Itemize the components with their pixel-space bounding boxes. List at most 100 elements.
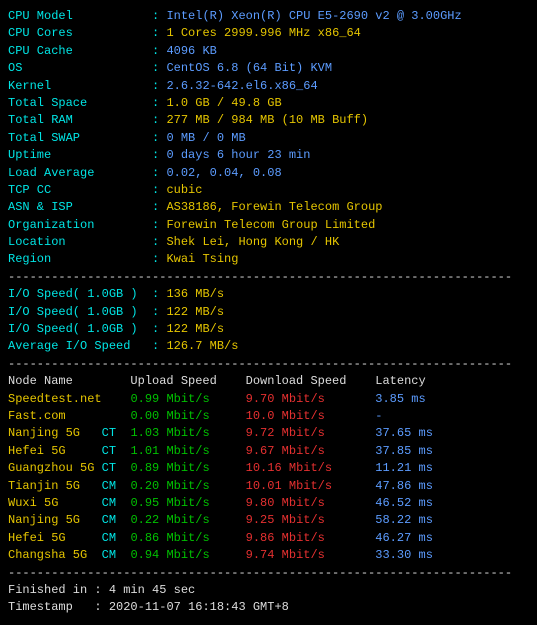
speed-row: Speedtest.net 0.99 Mbit/s 9.70 Mbit/s 3.… [8,391,529,408]
speed-row: Changsha 5G CM 0.94 Mbit/s 9.74 Mbit/s 3… [8,547,529,564]
upload-speed: 0.22 Mbit/s [130,513,245,527]
info-value: Forewin Telecom Group Limited [166,218,375,232]
download-speed: 10.0 Mbit/s [246,409,376,423]
io-label: I/O Speed( 1.0GB ) [8,322,152,336]
download-speed: 9.80 Mbit/s [246,496,376,510]
node-tag [102,409,131,423]
footer-row: Timestamp : 2020-11-07 16:18:43 GMT+8 [8,599,529,616]
io-row: I/O Speed( 1.0GB ) : 122 MB/s [8,321,529,338]
io-row: I/O Speed( 1.0GB ) : 122 MB/s [8,304,529,321]
info-value: 277 MB / 984 MB (10 MB Buff) [166,113,368,127]
info-value: 4096 KB [166,44,216,58]
info-label: Location [8,235,152,249]
io-label: Average I/O Speed [8,339,152,353]
info-value: 0.02, 0.04, 0.08 [166,166,281,180]
info-value: CentOS 6.8 (64 Bit) KVM [166,61,332,75]
info-label: Organization [8,218,152,232]
info-value: 1 Cores 2999.996 MHz x86_64 [166,26,360,40]
divider: ----------------------------------------… [8,356,529,373]
info-value: 2.6.32-642.el6.x86_64 [166,79,317,93]
sys-row: CPU Cores : 1 Cores 2999.996 MHz x86_64 [8,25,529,42]
node-tag: CT [102,444,131,458]
speed-row: Fast.com 0.00 Mbit/s 10.0 Mbit/s - [8,408,529,425]
sys-row: Region : Kwai Tsing [8,251,529,268]
node-name: Nanjing 5G [8,426,102,440]
speed-row: Hefei 5G CT 1.01 Mbit/s 9.67 Mbit/s 37.8… [8,443,529,460]
info-label: Region [8,252,152,266]
speed-row: Guangzhou 5G CT 0.89 Mbit/s 10.16 Mbit/s… [8,460,529,477]
node-name: Fast.com [8,409,102,423]
upload-speed: 0.00 Mbit/s [130,409,245,423]
footer-value: 4 min 45 sec [109,583,195,597]
latency: 37.85 ms [375,444,433,458]
download-speed: 9.86 Mbit/s [246,531,376,545]
info-value: 0 days 6 hour 23 min [166,148,310,162]
col-download: Download Speed [246,374,376,388]
info-label: CPU Model [8,9,152,23]
sys-row: CPU Cache : 4096 KB [8,43,529,60]
upload-speed: 0.99 Mbit/s [130,392,245,406]
io-row: I/O Speed( 1.0GB ) : 136 MB/s [8,286,529,303]
info-label: OS [8,61,152,75]
latency: 58.22 ms [375,513,433,527]
footer-value: 2020-11-07 16:18:43 GMT+8 [109,600,289,614]
info-label: ASN & ISP [8,200,152,214]
latency: 37.65 ms [375,426,433,440]
speed-row: Wuxi 5G CM 0.95 Mbit/s 9.80 Mbit/s 46.52… [8,495,529,512]
info-value: Intel(R) Xeon(R) CPU E5-2690 v2 @ 3.00GH… [166,9,461,23]
node-tag [102,392,131,406]
info-label: Load Average [8,166,152,180]
io-value: 126.7 MB/s [166,339,238,353]
footer-row: Finished in : 4 min 45 sec [8,582,529,599]
upload-speed: 0.89 Mbit/s [130,461,245,475]
speed-header: Node Name Upload Speed Download Speed La… [8,373,529,390]
info-label: Uptime [8,148,152,162]
upload-speed: 0.20 Mbit/s [130,479,245,493]
io-value: 122 MB/s [166,305,224,319]
upload-speed: 0.94 Mbit/s [130,548,245,562]
node-name: Nanjing 5G [8,513,102,527]
divider: ----------------------------------------… [8,269,529,286]
sys-row: Organization : Forewin Telecom Group Lim… [8,217,529,234]
info-label: Total RAM [8,113,152,127]
sys-row: CPU Model : Intel(R) Xeon(R) CPU E5-2690… [8,8,529,25]
sys-row: Total RAM : 277 MB / 984 MB (10 MB Buff) [8,112,529,129]
info-label: Kernel [8,79,152,93]
download-speed: 9.72 Mbit/s [246,426,376,440]
sys-row: Total Space : 1.0 GB / 49.8 GB [8,95,529,112]
node-tag: CM [102,531,131,545]
latency: 33.30 ms [375,548,433,562]
node-name: Changsha 5G [8,548,102,562]
download-speed: 10.16 Mbit/s [246,461,376,475]
latency: 46.27 ms [375,531,433,545]
node-tag: CM [102,479,131,493]
latency: 46.52 ms [375,496,433,510]
upload-speed: 0.95 Mbit/s [130,496,245,510]
info-value: AS38186, Forewin Telecom Group [166,200,382,214]
info-value: 0 MB / 0 MB [166,131,245,145]
info-value: Kwai Tsing [166,252,238,266]
sys-row: ASN & ISP : AS38186, Forewin Telecom Gro… [8,199,529,216]
latency: 3.85 ms [375,392,425,406]
speed-row: Hefei 5G CM 0.86 Mbit/s 9.86 Mbit/s 46.2… [8,530,529,547]
node-tag: CT [102,426,131,440]
sys-row: Load Average : 0.02, 0.04, 0.08 [8,165,529,182]
sys-row: TCP CC : cubic [8,182,529,199]
latency: 47.86 ms [375,479,433,493]
latency: 11.21 ms [375,461,433,475]
io-row: Average I/O Speed : 126.7 MB/s [8,338,529,355]
footer-label: Finished in [8,583,94,597]
node-tag: CT [102,461,131,475]
download-speed: 10.01 Mbit/s [246,479,376,493]
node-name: Hefei 5G [8,531,102,545]
speed-row: Nanjing 5G CT 1.03 Mbit/s 9.72 Mbit/s 37… [8,425,529,442]
node-tag: CM [102,548,131,562]
io-label: I/O Speed( 1.0GB ) [8,305,152,319]
speed-row: Nanjing 5G CM 0.22 Mbit/s 9.25 Mbit/s 58… [8,512,529,529]
sys-row: OS : CentOS 6.8 (64 Bit) KVM [8,60,529,77]
node-name: Wuxi 5G [8,496,102,510]
footer-label: Timestamp [8,600,94,614]
sys-row: Total SWAP : 0 MB / 0 MB [8,130,529,147]
latency: - [375,409,382,423]
node-name: Guangzhou 5G [8,461,102,475]
